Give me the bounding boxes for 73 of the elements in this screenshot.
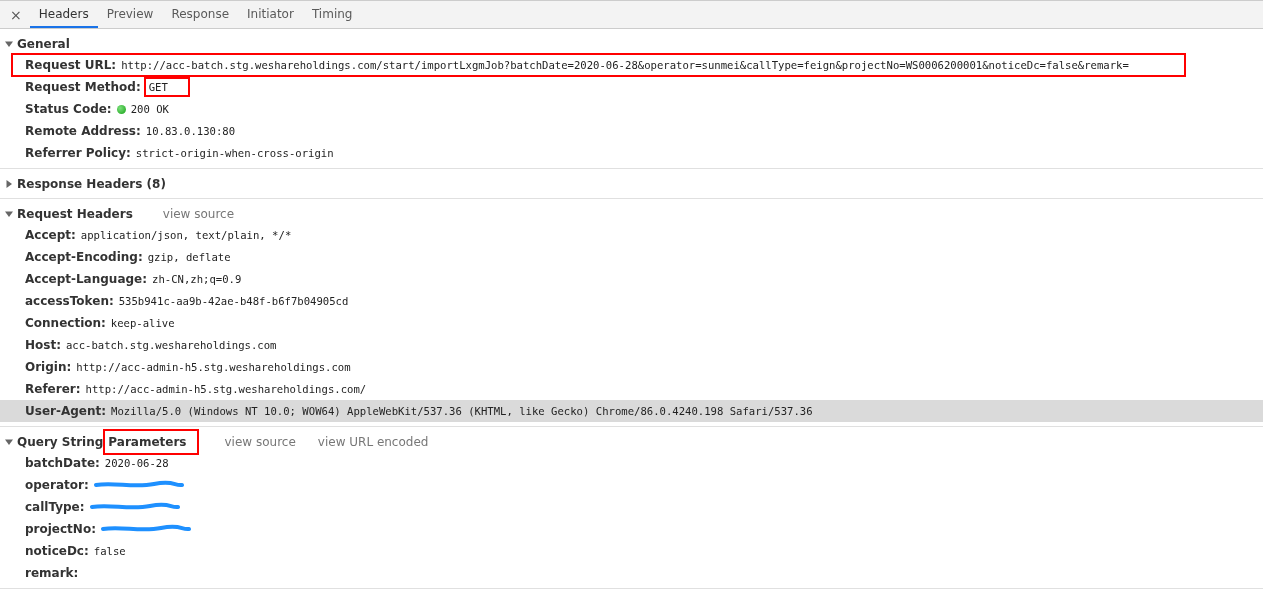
header-name: Accept: xyxy=(25,228,76,242)
header-value: http://acc-batch.stg.weshareholdings.com/start/importLxgmJob?batchDate=2020-06-28&operator=sunmei&callType=feign&projectNo=WS0006200001&noticeDc=false&remark= xyxy=(121,59,1129,71)
header-value: GET xyxy=(145,79,188,95)
collapsed-triangle-icon[interactable] xyxy=(5,180,13,188)
tab[interactable]: Response xyxy=(162,1,239,28)
header-row[interactable]: Accept-Language: zh-CN,zh;q=0.9 xyxy=(0,268,1263,290)
header-row[interactable]: Connection: keep-alive xyxy=(0,312,1263,334)
header-name: Referrer Policy: xyxy=(25,146,131,160)
header-name: batchDate: xyxy=(25,456,100,470)
header-value: strict-origin-when-cross-origin xyxy=(135,147,334,159)
header-row[interactable]: Accept: application/json, text/plain, */* xyxy=(0,224,1263,246)
header-row[interactable]: operator: xyxy=(0,474,1263,496)
header-name: Request URL: xyxy=(25,58,117,72)
expanded-triangle-icon[interactable] xyxy=(5,438,13,446)
header-value: zh-CN,zh;q=0.9 xyxy=(152,273,242,285)
header-row[interactable]: Host: acc-batch.stg.weshareholdings.com xyxy=(0,334,1263,356)
header-name: noticeDc: xyxy=(25,544,89,558)
header-name: Host: xyxy=(25,338,61,352)
header-value: application/json, text/plain, */* xyxy=(80,229,292,241)
header-name: callType: xyxy=(25,500,85,514)
header-row[interactable]: batchDate: 2020-06-28 xyxy=(0,452,1263,474)
header-row[interactable]: User-Agent: Mozilla/5.0 (Windows NT 10.0; WOW64) AppleWebKit/537.36 (KHTML, like Gecko) Chrome/86.0.4240.198 Safari/537.36 xyxy=(0,400,1263,422)
view-link[interactable]: view source xyxy=(224,435,296,449)
header-name: Remote Address: xyxy=(25,124,141,138)
header-row[interactable]: callType: xyxy=(0,496,1263,518)
header-value: http://acc-admin-h5.stg.weshareholdings.com/ xyxy=(85,383,367,395)
header-value: false xyxy=(93,545,126,557)
header-row[interactable]: Status Code: 200 OK xyxy=(0,98,1263,120)
header-value: acc-batch.stg.weshareholdings.com xyxy=(65,339,277,351)
header-value: 535b941c-aa9b-42ae-b48f-b6f7b04905cd xyxy=(118,295,349,307)
header-name: projectNo: xyxy=(25,522,96,536)
header-name: Status Code: xyxy=(25,102,112,116)
header-row[interactable]: projectNo: xyxy=(0,518,1263,540)
header-name: Referer: xyxy=(25,382,81,396)
header-row[interactable]: Referrer Policy: strict-origin-when-cross-origin xyxy=(0,142,1263,164)
view-link[interactable]: view URL encoded xyxy=(317,435,429,449)
section-title[interactable]: Response Headers (8) xyxy=(17,177,166,191)
header-value: 2020-06-28 xyxy=(104,457,169,469)
header-name: accessToken: xyxy=(25,294,114,308)
header-row[interactable]: noticeDc: false xyxy=(0,540,1263,562)
header-name: Accept-Language: xyxy=(25,272,147,286)
section-title[interactable]: General xyxy=(17,37,70,51)
header-name: Connection: xyxy=(25,316,106,330)
header-row[interactable]: Request Method: GET xyxy=(0,76,1263,98)
header-value: gzip, deflate xyxy=(147,251,231,263)
close-button[interactable]: × xyxy=(2,1,30,28)
header-name: User-Agent: xyxy=(25,404,107,418)
tab[interactable]: Preview xyxy=(97,1,163,28)
tab[interactable]: Timing xyxy=(302,1,362,28)
header-row[interactable]: Origin: http://acc-admin-h5.stg.weshareholdings.com xyxy=(0,356,1263,378)
header-name: operator: xyxy=(25,478,89,492)
tab[interactable]: Initiator xyxy=(238,1,303,28)
header-row[interactable]: remark: xyxy=(0,562,1263,584)
view-link[interactable]: view source xyxy=(162,207,235,221)
header-name: Accept-Encoding: xyxy=(25,250,143,264)
header-row[interactable]: Accept-Encoding: gzip, deflate xyxy=(0,246,1263,268)
header-row[interactable]: Remote Address: 10.83.0.130:80 xyxy=(0,120,1263,142)
header-value: 200 OK xyxy=(130,103,169,115)
expanded-triangle-icon[interactable] xyxy=(5,210,13,218)
section-title[interactable]: Request Headers xyxy=(17,207,133,221)
expanded-triangle-icon[interactable] xyxy=(5,40,13,48)
header-row[interactable]: accessToken: 535b941c-aa9b-42ae-b48f-b6f7b04905cd xyxy=(0,290,1263,312)
header-name: remark: xyxy=(25,566,79,580)
header-name: Origin: xyxy=(25,360,72,374)
tab[interactable]: Headers xyxy=(29,1,98,28)
header-name: Request Method: xyxy=(25,80,141,94)
header-value: Mozilla/5.0 (Windows NT 10.0; WOW64) AppleWebKit/537.36 (KHTML, like Gecko) Chrome/86.0.4240.198 Safari/537.36 xyxy=(111,405,813,417)
section-title[interactable]: Query String xyxy=(17,435,104,449)
header-row[interactable]: Referer: http://acc-admin-h5.stg.weshareholdings.com/ xyxy=(0,378,1263,400)
header-value: http://acc-admin-h5.stg.weshareholdings.com xyxy=(76,361,351,373)
header-row[interactable]: Request URL: http://acc-batch.stg.weshareholdings.com/start/importLxgmJob?batchDate=2020-06-28&operator=sunmei&callType=feign&projectNo=WS0006200001&noticeDc=false&remark= xyxy=(12,54,1185,76)
header-value: keep-alive xyxy=(110,317,175,329)
header-value: 10.83.0.130:80 xyxy=(145,125,236,137)
